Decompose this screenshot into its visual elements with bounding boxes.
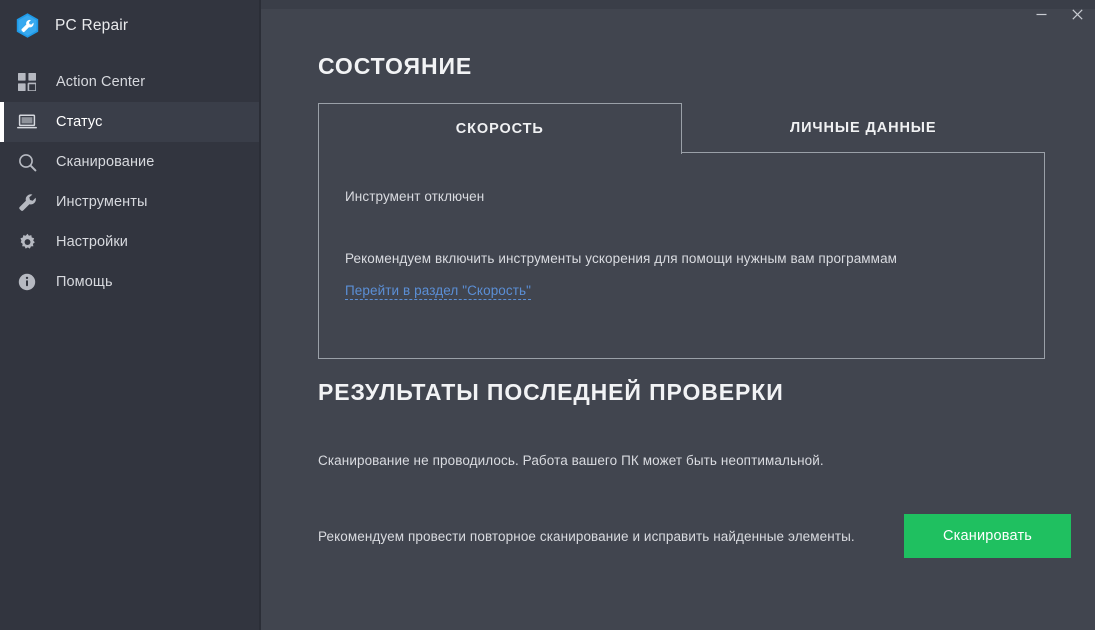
results-note: Сканирование не проводилось. Работа ваше…: [318, 453, 824, 468]
sidebar-item-label: Инструменты: [56, 194, 148, 210]
main-area: СОСТОЯНИЕ СКОРОСТЬ ЛИЧНЫЕ ДАННЫЕ Инструм…: [261, 0, 1095, 630]
sidebar-item-label: Action Center: [56, 74, 146, 90]
close-icon: [1071, 8, 1084, 21]
tab-personal-data[interactable]: ЛИЧНЫЕ ДАННЫЕ: [681, 103, 1045, 153]
sidebar-item-help[interactable]: Помощь: [0, 262, 259, 302]
brand: PC Repair: [0, 0, 259, 51]
sidebar-item-label: Помощь: [56, 274, 113, 290]
speed-panel: Инструмент отключен Рекомендуем включить…: [318, 153, 1045, 359]
sidebar-item-status[interactable]: Статус: [0, 102, 259, 142]
sidebar-item-label: Сканирование: [56, 154, 155, 170]
search-icon: [16, 151, 38, 173]
scan-button[interactable]: Сканировать: [904, 514, 1071, 558]
minimize-icon: [1035, 8, 1048, 21]
wrench-hexagon-icon: [14, 12, 41, 39]
close-button[interactable]: [1059, 0, 1095, 28]
tab-speed[interactable]: СКОРОСТЬ: [318, 103, 682, 154]
sidebar-item-action-center[interactable]: Action Center: [0, 62, 259, 102]
title-bar: [261, 0, 1095, 9]
app-window: PC Repair Action Center Статус Сканирова…: [0, 0, 1095, 630]
sidebar-item-label: Настройки: [56, 234, 128, 250]
sidebar-item-settings[interactable]: Настройки: [0, 222, 259, 262]
monitor-icon: [16, 111, 38, 133]
tab-label: СКОРОСТЬ: [455, 121, 544, 137]
info-icon: [16, 271, 38, 293]
speed-panel-body: Инструмент отключен Рекомендуем включить…: [319, 153, 1044, 300]
page-title: СОСТОЯНИЕ: [318, 53, 473, 79]
tool-recommendation-text: Рекомендуем включить инструменты ускорен…: [345, 251, 898, 266]
sidebar-item-scan[interactable]: Сканирование: [0, 142, 259, 182]
results-title: РЕЗУЛЬТАТЫ ПОСЛЕДНЕЙ ПРОВЕРКИ: [318, 379, 784, 405]
sidebar-nav: Action Center Статус Сканирование Инстру…: [0, 62, 259, 302]
tab-bar: СКОРОСТЬ ЛИЧНЫЕ ДАННЫЕ: [318, 103, 1045, 154]
app-title: PC Repair: [55, 16, 129, 34]
scan-row: Рекомендуем провести повторное сканирова…: [318, 506, 1071, 566]
wrench-icon: [16, 191, 38, 213]
tab-label: ЛИЧНЫЕ ДАННЫЕ: [790, 119, 937, 136]
minimize-button[interactable]: [1023, 0, 1059, 28]
gear-icon: [16, 231, 38, 253]
sidebar-item-tools[interactable]: Инструменты: [0, 182, 259, 222]
go-to-speed-link[interactable]: Перейти в раздел "Скорость": [345, 283, 532, 300]
sidebar-item-label: Статус: [56, 114, 103, 130]
scan-recommendation-text: Рекомендуем провести повторное сканирова…: [318, 528, 855, 544]
sidebar: PC Repair Action Center Статус Сканирова…: [0, 0, 261, 630]
grid-icon: [16, 71, 38, 93]
window-controls: [1023, 0, 1095, 28]
tool-status-text: Инструмент отключен: [345, 189, 485, 204]
content: СОСТОЯНИЕ СКОРОСТЬ ЛИЧНЫЕ ДАННЫЕ Инструм…: [261, 9, 1095, 630]
